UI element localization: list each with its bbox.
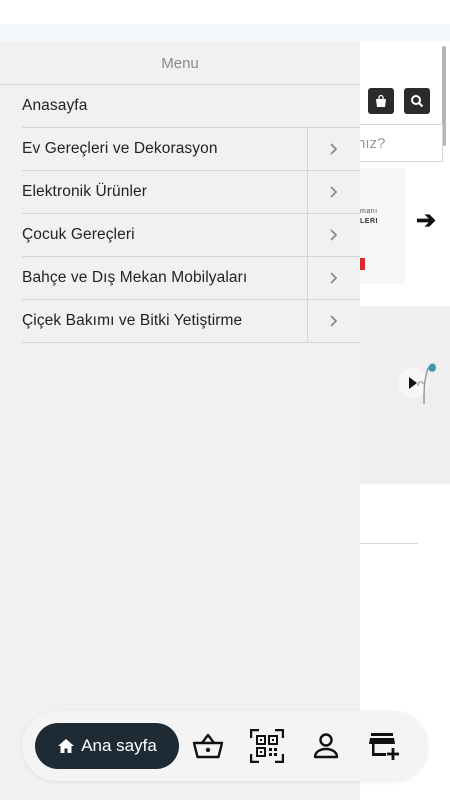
promo-card-line1: manı <box>360 208 378 215</box>
arrow-right-icon[interactable]: ➔ <box>416 206 436 235</box>
menu-item-bahce[interactable]: Bahçe ve Dış Mekan Mobilyaları <box>22 257 360 300</box>
user-icon <box>313 733 339 759</box>
menu-item-label: Anasayfa <box>22 97 88 114</box>
home-button[interactable]: Ana sayfa <box>35 723 179 769</box>
chevron-right-icon <box>330 272 338 284</box>
expand-button[interactable] <box>307 128 360 170</box>
expand-button[interactable] <box>307 214 360 256</box>
menu-item-ev-gerecleri[interactable]: Ev Gereçleri ve Dekorasyon <box>22 128 360 171</box>
drawer-title: Menu <box>0 42 360 85</box>
top-strip <box>0 24 450 42</box>
search-icon <box>411 95 424 108</box>
basket-icon <box>192 733 224 759</box>
search-placeholder: nız? <box>357 134 386 152</box>
side-menu-drawer: Menu Anasayfa Ev Gereçleri ve Dekorasyon… <box>0 42 360 800</box>
promo-card-badge <box>360 258 365 270</box>
shopping-bag-icon <box>376 94 386 107</box>
qr-code-button[interactable] <box>249 728 285 764</box>
menu-item-label: Çiçek Bakımı ve Bitki Yetiştirme <box>22 312 243 329</box>
plant-icon <box>417 363 436 405</box>
cart-button[interactable] <box>368 88 394 114</box>
search-input[interactable]: nız? <box>355 124 443 162</box>
menu-item-cicek[interactable]: Çiçek Bakımı ve Bitki Yetiştirme <box>22 300 360 343</box>
chevron-right-icon <box>330 186 338 198</box>
promo-card-line2: LERI <box>360 218 378 225</box>
add-store-icon <box>369 733 399 760</box>
menu-item-label: Elektronik Ürünler <box>22 183 147 200</box>
menu-item-label: Çocuk Gereçleri <box>22 226 135 243</box>
home-icon <box>58 739 75 753</box>
promo-card[interactable]: manı LERI <box>360 168 405 284</box>
menu-item-label: Ev Gereçleri ve Dekorasyon <box>22 140 218 157</box>
qr-code-icon <box>250 729 284 763</box>
bottom-navigation: Ana sayfa <box>22 711 428 781</box>
profile-button[interactable] <box>308 728 344 764</box>
header-actions <box>360 42 450 122</box>
chevron-right-icon <box>330 229 338 241</box>
menu-item-elektronik[interactable]: Elektronik Ürünler <box>22 171 360 214</box>
home-label: Ana sayfa <box>81 736 157 755</box>
expand-button[interactable] <box>307 257 360 299</box>
menu-list: Anasayfa Ev Gereçleri ve Dekorasyon Elek… <box>22 85 360 343</box>
menu-item-cocuk[interactable]: Çocuk Gereçleri <box>22 214 360 257</box>
menu-item-label: Bahçe ve Dış Mekan Mobilyaları <box>22 269 248 286</box>
expand-button[interactable] <box>307 171 360 213</box>
chevron-right-icon <box>330 315 338 327</box>
add-store-button[interactable] <box>367 728 403 764</box>
basket-button[interactable] <box>190 728 226 764</box>
chevron-right-icon <box>330 143 338 155</box>
menu-item-anasayfa[interactable]: Anasayfa <box>22 85 360 128</box>
divider <box>360 543 418 544</box>
expand-button[interactable] <box>307 300 360 342</box>
search-button[interactable] <box>404 88 430 114</box>
